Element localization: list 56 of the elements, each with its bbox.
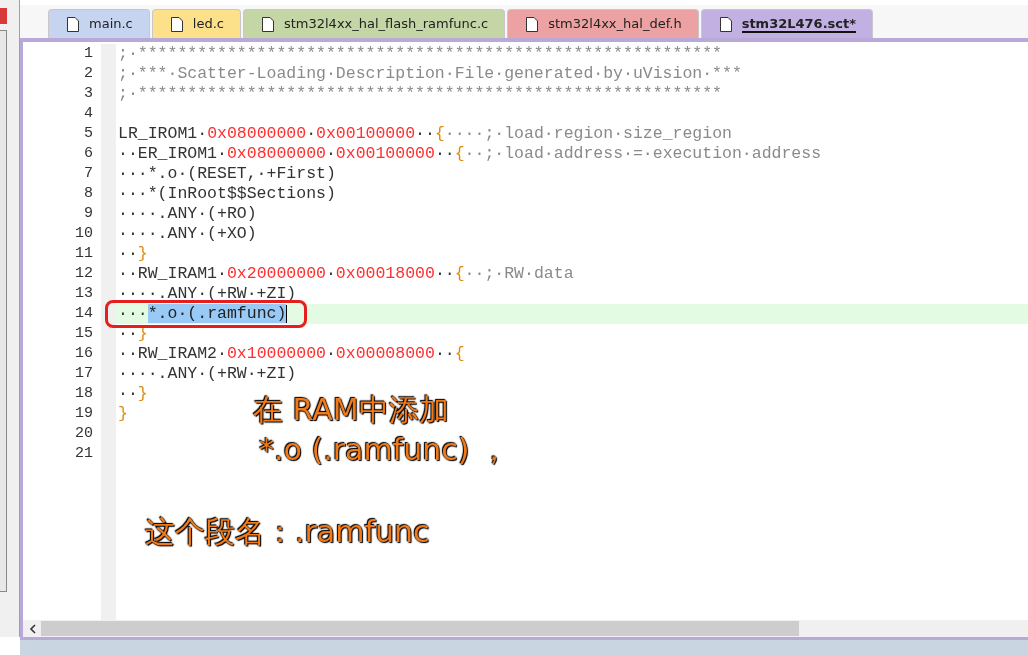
code-line: ····.ANY·(+RO) xyxy=(118,204,257,223)
line-number: 4 xyxy=(83,104,94,124)
code-line: ··ER_IROM1·0x08000000·0x00100000··{··;·load·address·=·execution·address xyxy=(118,144,822,163)
document-icon xyxy=(526,16,539,32)
code-line: ····.ANY·(+XO) xyxy=(118,224,257,243)
file-tab[interactable]: stm32L476.sct* xyxy=(700,9,874,38)
line-number: 10 xyxy=(74,224,94,244)
file-tab[interactable]: led.c xyxy=(151,9,241,38)
line-number: 6 xyxy=(83,144,94,164)
marker-icon xyxy=(0,8,7,24)
line-number: 13 xyxy=(74,284,94,304)
line-number: 1 xyxy=(83,44,94,64)
line-number: 19 xyxy=(74,404,94,424)
annotation-text: 这个段名：.ramfunc xyxy=(145,513,430,551)
line-number: 14 xyxy=(74,304,94,324)
line-number: 20 xyxy=(74,424,94,444)
file-tab[interactable]: stm32l4xx_hal_flash_ramfunc.c xyxy=(242,9,506,38)
line-number: 8 xyxy=(83,184,94,204)
line-number: 9 xyxy=(83,204,94,224)
line-number: 21 xyxy=(74,444,94,464)
code-line: ···*(InRoot$$Sections) xyxy=(118,184,336,203)
line-number: 12 xyxy=(74,264,94,284)
document-icon xyxy=(67,16,79,32)
code-line: ··} xyxy=(118,244,148,263)
file-tab[interactable]: stm32l4xx_hal_def.h xyxy=(507,9,699,38)
code-line: ··} xyxy=(118,384,148,403)
text-cursor xyxy=(286,304,288,323)
code-line: ;·*********************************************************** xyxy=(118,84,722,103)
code-line: } xyxy=(118,404,128,423)
code-line: ··RW_IRAM1·0x20000000·0x00018000··{··;·RW·data xyxy=(118,264,574,283)
code-line: ;·*********************************************************** xyxy=(118,44,722,63)
code-line: ···*.o·(RESET,·+First) xyxy=(118,164,336,183)
code-line: ····.ANY·(+RW·+ZI) xyxy=(118,364,297,383)
line-number: 2 xyxy=(83,64,94,84)
code-line: ··RW_IRAM2·0x10000000·0x00008000··{ xyxy=(118,344,465,363)
code-line: LR_IROM1·0x08000000·0x00100000··{····;·load·region·size_region xyxy=(118,124,732,143)
line-number: 17 xyxy=(74,364,94,384)
scrollbar[interactable] xyxy=(0,30,7,592)
code-line: ····.ANY·(+RW·+ZI) xyxy=(118,284,297,303)
document-icon xyxy=(170,16,183,32)
line-number: 7 xyxy=(83,164,94,184)
chevron-left-icon xyxy=(28,623,36,634)
annotation-text: 在 RAM中添加 xyxy=(253,391,449,429)
line-number: 15 xyxy=(74,324,94,344)
line-number: 5 xyxy=(83,124,94,144)
line-number: 3 xyxy=(83,84,94,104)
scroll-thumb[interactable] xyxy=(41,621,799,636)
code-line: ;·***·Scatter-Loading·Description·File·generated·by·uVision·*** xyxy=(118,64,742,83)
document-icon xyxy=(261,16,274,32)
line-number: 18 xyxy=(74,384,94,404)
line-number: 11 xyxy=(74,244,94,264)
document-icon xyxy=(719,16,732,32)
horizontal-scrollbar[interactable] xyxy=(23,620,1028,637)
annotation-text: *.o (.ramfunc) ， xyxy=(259,431,509,469)
file-tab[interactable]: main.c xyxy=(48,9,150,38)
line-number: 16 xyxy=(74,344,94,364)
